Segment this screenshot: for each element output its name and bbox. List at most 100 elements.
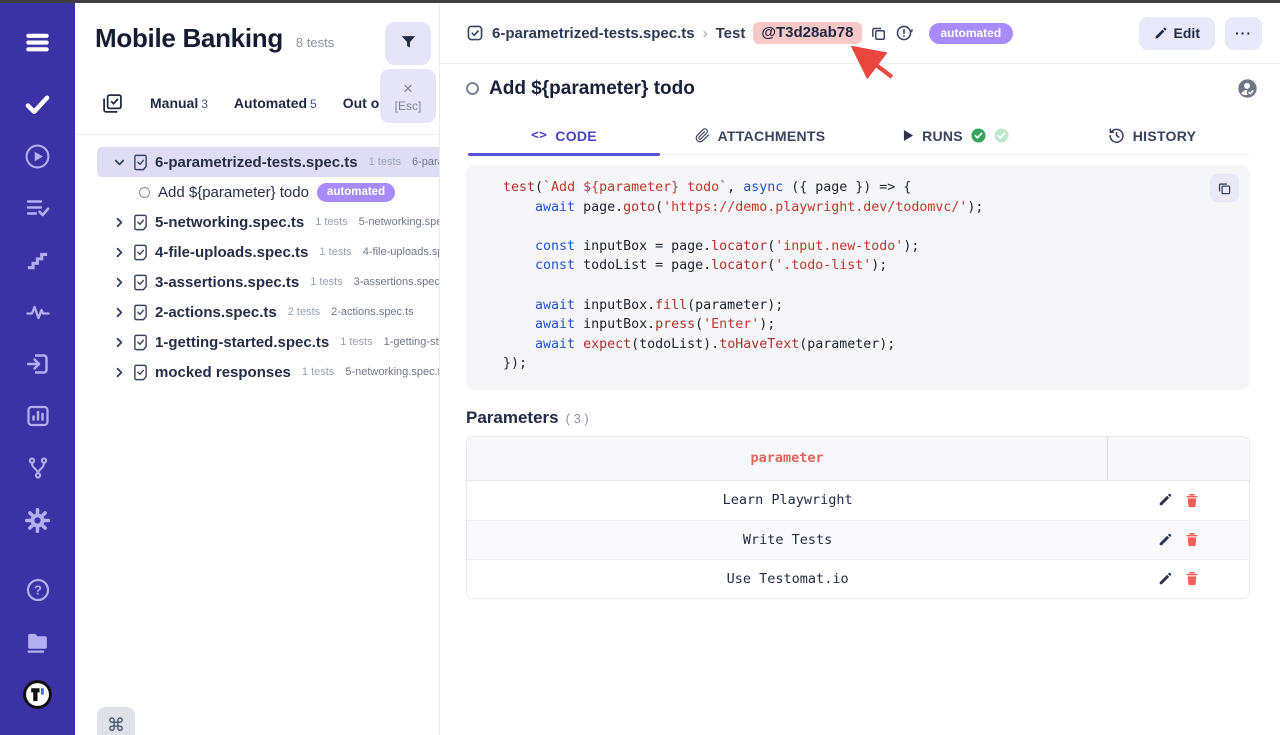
spec-tree: 6-parametrized-tests.spec.ts1 tests6-par… [75,147,439,735]
edit-parameter-button[interactable] [1158,493,1172,507]
spec-file-path: 5-networking.spec.ts [345,366,439,378]
test-status-circle-icon [139,187,150,198]
run-pass-icon [971,128,986,143]
test-id-badge[interactable]: @T3d28ab78 [753,22,861,44]
spec-test-count: 1 tests [369,156,401,168]
tab-attachments[interactable]: ATTACHMENTS [662,117,858,154]
branch-icon[interactable] [22,453,53,483]
test-title: Add ${parameter} todo [489,78,695,100]
delete-parameter-button[interactable] [1185,532,1199,547]
parameters-table: parameter Learn PlaywrightWrite TestsUse… [466,436,1250,599]
tab-history[interactable]: HISTORY [1054,117,1250,154]
chevron-down-icon[interactable] [113,156,126,169]
tree-item-spec[interactable]: 6-parametrized-tests.spec.ts1 tests6-par… [97,147,439,177]
copy-code-button[interactable] [1210,174,1239,202]
edit-parameter-button[interactable] [1158,533,1172,547]
tree-item-spec[interactable]: 2-actions.spec.ts 2 tests 2-actions.spec.t… [75,297,439,327]
run-play-icon[interactable] [22,141,53,171]
chevron-right-icon[interactable] [113,216,126,229]
tab-runs[interactable]: RUNS [858,117,1054,154]
spec-file-path: 3-assertions.spec.ts [354,276,439,288]
edit-button-label: Edit [1174,25,1200,41]
test-id-wrap: @T3d28ab78 [753,22,861,44]
chevron-right-icon[interactable] [113,306,126,319]
parameter-row: Write Tests [467,520,1249,559]
filter-tab-manual[interactable]: Manual3 [150,95,208,111]
menu-icon[interactable] [22,27,53,57]
spec-test-count: 2 tests [288,306,320,318]
actions-column-header-cell [1108,437,1249,480]
tests-check-icon[interactable] [22,89,53,119]
edit-button[interactable]: Edit [1139,17,1215,50]
spec-name: 5-networking.spec.ts [155,214,304,231]
pulse-icon[interactable] [22,297,53,327]
tree-item-spec[interactable]: 3-assertions.spec.ts1 tests3-assertions.… [75,267,439,297]
shortcut-button[interactable]: ⌘ [97,707,135,735]
select-all-icon[interactable] [101,92,124,115]
tree-item-spec[interactable]: 1-getting-started.spec.ts1 tests1-gettin… [75,327,439,357]
copy-test-id-button[interactable] [870,25,887,42]
history-icon [1108,127,1125,144]
parameter-value: Use Testomat.io [467,560,1108,598]
steps-icon[interactable] [22,245,53,275]
delete-parameter-button[interactable] [1185,571,1199,586]
filter-tooltip: × [Esc] [380,69,436,123]
spec-name: 1-getting-started.spec.ts [155,334,329,351]
tree-item-spec[interactable]: 4-file-uploads.spec.ts1 tests4-file-uplo… [75,237,439,267]
chevron-right-icon[interactable] [113,246,126,259]
task-check-icon [466,24,484,42]
spec-name: mocked responses [155,364,291,381]
breadcrumb-file[interactable]: 6-parametrized-tests.spec.ts [492,25,695,42]
code-icon: <> [531,128,547,143]
code-line: await inputBox.press('Enter'); [503,315,1210,335]
parameter-row: Learn Playwright [467,481,1249,520]
projects-folder-icon[interactable] [22,627,53,657]
svg-text:?: ? [34,583,42,598]
spec-file-path: 1-getting-started.spec.ts [384,336,439,348]
chevron-right-icon[interactable] [113,366,126,379]
help-icon[interactable]: ? [22,575,53,605]
spec-file-icon [133,274,148,291]
spec-file-path: 5-networking.spec.ts [359,216,439,228]
spec-name: 4-file-uploads.spec.ts [155,244,308,261]
spec-test-count: 1 tests [319,246,351,258]
automated-badge: automated [929,23,1014,44]
code-line: await inputBox.fill(parameter); [503,296,1210,316]
sync-status-icon[interactable] [895,24,913,42]
more-options-button[interactable]: ··· [1225,17,1262,50]
filter-tab-automated[interactable]: Automated5 [234,95,317,111]
delete-parameter-button[interactable] [1185,493,1199,508]
code-line: await expect(todoList).toHaveText(parame… [503,335,1210,355]
spec-file-icon [133,214,148,231]
project-title: Mobile Banking [95,23,283,54]
close-icon[interactable]: × [403,80,413,97]
automated-badge: automated [317,183,395,202]
tests-count: 8 tests [296,35,334,50]
parameter-value: Write Tests [467,521,1108,559]
breadcrumb-separator: › [703,25,708,42]
command-key-icon: ⌘ [107,715,125,735]
tab-code[interactable]: <>CODE [466,117,662,154]
spec-file-path: 2-actions.spec.ts [331,306,414,318]
import-icon[interactable] [22,349,53,379]
parameter-value: Learn Playwright [467,481,1108,520]
tree-item-spec[interactable]: 5-networking.spec.ts1 tests5-networking.… [75,207,439,237]
testomat-logo[interactable] [22,679,53,709]
edit-parameter-button[interactable] [1158,572,1172,586]
tree-item-test[interactable]: Add ${parameter} todoautomated [75,177,439,207]
spec-file-icon [133,334,148,351]
filter-tab-out-o[interactable]: Out o [343,95,380,111]
parameter-actions [1108,481,1249,520]
chevron-right-icon[interactable] [113,336,126,349]
settings-gear-icon[interactable] [22,505,53,535]
spec-name: 2-actions.spec.ts [155,304,277,321]
analytics-icon[interactable] [22,401,53,431]
test-plan-icon[interactable] [22,193,53,223]
filter-button[interactable] [385,22,431,65]
tree-item-spec[interactable]: mocked responses1 tests5-networking.spec… [75,357,439,387]
app-window: ? Mobile Banking 8 tests × [Esc] Manual3… [0,3,1280,735]
sidebar-divider [75,134,439,135]
parameter-column-header: parameter [751,450,824,466]
assignee-avatar-icon[interactable] [1237,78,1258,99]
chevron-right-icon[interactable] [113,276,126,289]
